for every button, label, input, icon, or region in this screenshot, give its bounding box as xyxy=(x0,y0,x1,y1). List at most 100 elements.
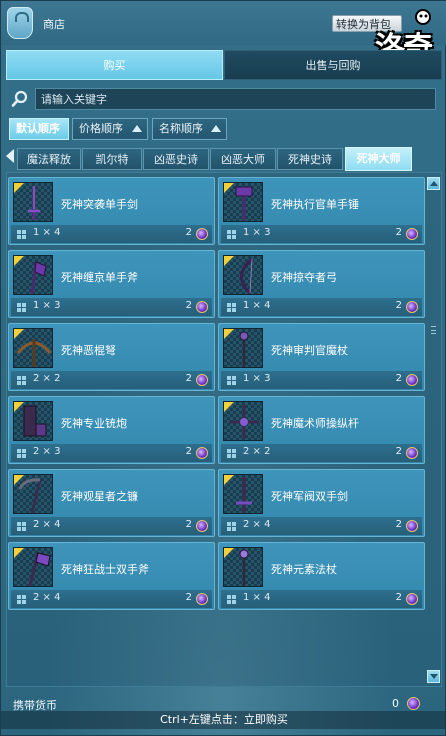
item-price: 2 xyxy=(395,373,402,384)
item-price: 2 xyxy=(185,300,192,311)
item-card[interactable]: 死神魔术师操纵杆 2 × 2 2 xyxy=(218,396,425,464)
sort-default-button[interactable]: 默认顺序 xyxy=(9,118,69,140)
scroll-down-button[interactable] xyxy=(427,670,440,683)
item-card[interactable]: 死神审判官魔杖 1 × 3 2 xyxy=(218,323,425,391)
coin-icon xyxy=(406,520,418,532)
sort-arrow-up-icon xyxy=(211,125,221,132)
rarity-corner-icon xyxy=(14,402,24,412)
item-info-bar: 1 × 4 2 xyxy=(221,298,422,316)
search-input[interactable] xyxy=(35,88,436,110)
grid-size-icon xyxy=(227,230,236,239)
item-thumbnail xyxy=(223,328,263,368)
item-name: 死神审判官魔杖 xyxy=(271,344,348,357)
coin-icon xyxy=(196,301,208,313)
grid-size-icon xyxy=(17,522,26,531)
rarity-corner-icon xyxy=(14,548,24,558)
title-bar[interactable]: 商店 转换为背包 洛奇 xyxy=(1,1,446,66)
shop-bag-icon xyxy=(7,7,33,39)
item-card[interactable]: 死神执行官单手锤 1 × 3 2 xyxy=(218,177,425,245)
tab-category-celtic[interactable]: 凯尔特 xyxy=(82,148,142,170)
item-info-bar: 2 × 3 2 xyxy=(11,444,212,462)
item-size: 1 × 4 xyxy=(243,592,271,603)
tab-sell-buyback[interactable]: 出售与回购 xyxy=(224,50,442,80)
item-price: 2 xyxy=(395,519,402,530)
item-price: 2 xyxy=(185,519,192,530)
item-size: 2 × 2 xyxy=(243,446,271,457)
grid-size-icon xyxy=(227,595,236,604)
tab-category-ferocious-master[interactable]: 凶恶大师 xyxy=(210,148,276,170)
item-thumbnail xyxy=(223,474,263,514)
item-thumbnail xyxy=(223,401,263,441)
coin-icon xyxy=(406,374,418,386)
item-name: 死神突袭单手剑 xyxy=(61,198,138,211)
grid-size-icon xyxy=(227,449,236,458)
item-price: 2 xyxy=(395,446,402,457)
coin-icon xyxy=(196,374,208,386)
item-size: 1 × 4 xyxy=(243,300,271,311)
rarity-corner-icon xyxy=(14,183,24,193)
item-size: 2 × 4 xyxy=(33,592,61,603)
item-name: 死神执行官单手锤 xyxy=(271,198,359,211)
item-card[interactable]: 死神恶棍弩 2 × 2 2 xyxy=(8,323,215,391)
coin-icon xyxy=(407,697,420,710)
tab-buy[interactable]: 购买 xyxy=(6,50,223,80)
item-thumbnail xyxy=(13,474,53,514)
item-price: 2 xyxy=(395,300,402,311)
tab-category-reaper-master[interactable]: 死神大师 xyxy=(345,147,412,171)
item-thumbnail xyxy=(223,547,263,587)
item-card[interactable]: 死神元素法杖 1 × 4 2 xyxy=(218,542,425,610)
item-info-bar: 2 × 4 2 xyxy=(11,590,212,608)
search-icon xyxy=(11,90,28,107)
item-card[interactable]: 死神军阀双手剑 2 × 4 2 xyxy=(218,469,425,537)
rarity-corner-icon xyxy=(224,329,234,339)
item-size: 1 × 4 xyxy=(33,227,61,238)
item-card[interactable]: 死神掠夺者弓 1 × 4 2 xyxy=(218,250,425,318)
item-size: 1 × 3 xyxy=(243,227,271,238)
item-size: 2 × 4 xyxy=(243,519,271,530)
currency-value: 0 xyxy=(392,697,399,710)
scroll-up-button[interactable] xyxy=(427,177,440,190)
item-thumbnail xyxy=(223,255,263,295)
item-card[interactable]: 死神狂战士双手斧 2 × 4 2 xyxy=(8,542,215,610)
item-card[interactable]: 死神突袭单手剑 1 × 4 2 xyxy=(8,177,215,245)
item-size: 2 × 2 xyxy=(33,373,61,384)
window-title: 商店 xyxy=(43,18,65,31)
grid-size-icon xyxy=(227,522,236,531)
grid-size-icon xyxy=(17,595,26,604)
item-price: 2 xyxy=(395,227,402,238)
coin-icon xyxy=(196,228,208,240)
item-thumbnail xyxy=(223,182,263,222)
grid-size-icon xyxy=(17,376,26,385)
sort-name-button[interactable]: 名称顺序 xyxy=(152,118,227,140)
item-price: 2 xyxy=(185,373,192,384)
tab-category-reaper-epic[interactable]: 死神史诗 xyxy=(277,148,343,170)
item-card[interactable]: 死神缠京单手斧 1 × 3 2 xyxy=(8,250,215,318)
coin-icon xyxy=(406,301,418,313)
coin-icon xyxy=(406,228,418,240)
item-price: 2 xyxy=(395,592,402,603)
rarity-corner-icon xyxy=(224,256,234,266)
rarity-corner-icon xyxy=(14,329,24,339)
item-card[interactable]: 死神专业铳炮 2 × 3 2 xyxy=(8,396,215,464)
item-card[interactable]: 死神观星者之镰 2 × 4 2 xyxy=(8,469,215,537)
category-scroll-left-icon[interactable] xyxy=(6,149,14,163)
scrollbar-thumb[interactable] xyxy=(431,326,436,334)
coin-icon xyxy=(406,447,418,459)
rarity-corner-icon xyxy=(224,402,234,412)
item-thumbnail xyxy=(13,401,53,441)
rarity-corner-icon xyxy=(14,475,24,485)
item-size: 1 × 3 xyxy=(33,300,61,311)
item-info-bar: 1 × 3 2 xyxy=(11,298,212,316)
sort-default-label: 默认顺序 xyxy=(16,122,60,135)
sort-price-button[interactable]: 价格顺序 xyxy=(72,118,148,140)
rarity-corner-icon xyxy=(14,256,24,266)
grid-size-icon xyxy=(227,376,236,385)
grid-size-icon xyxy=(17,303,26,312)
item-name: 死神掠夺者弓 xyxy=(271,271,337,284)
sort-name-label: 名称顺序 xyxy=(159,122,203,135)
item-name: 死神元素法杖 xyxy=(271,563,337,576)
tab-category-ferocious-epic[interactable]: 凶恶史诗 xyxy=(143,148,209,170)
item-price: 2 xyxy=(185,446,192,457)
item-size: 1 × 3 xyxy=(243,373,271,384)
tab-category-magic-release[interactable]: 魔法释放 xyxy=(17,148,81,170)
